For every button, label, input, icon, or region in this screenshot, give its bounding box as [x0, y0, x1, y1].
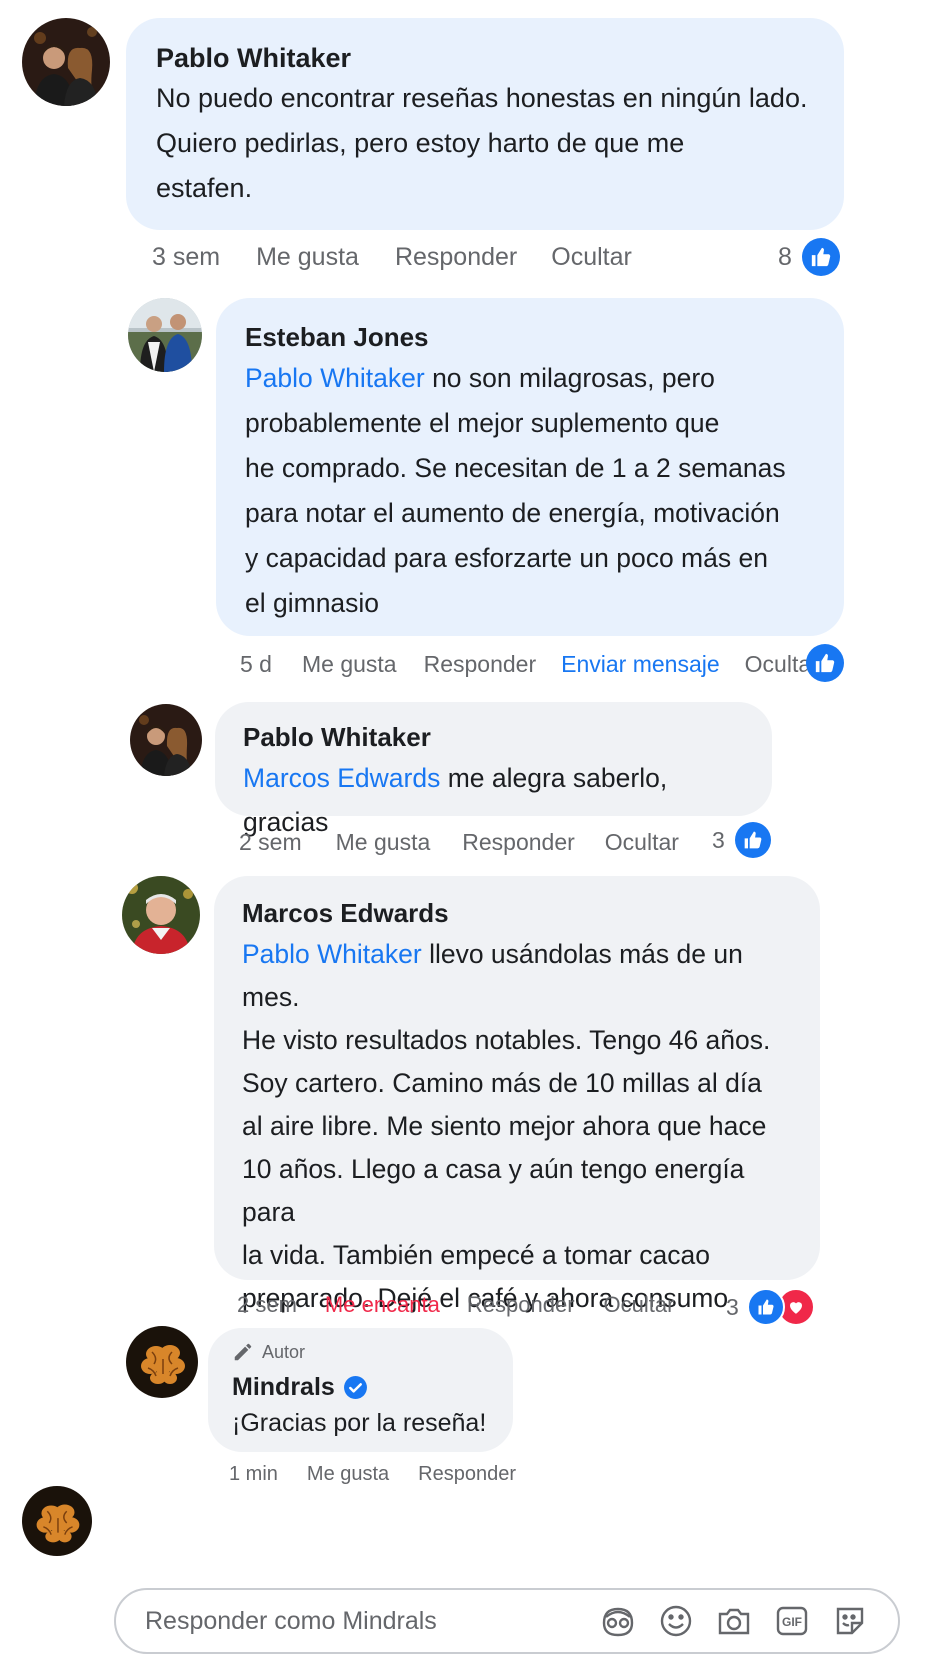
thumbs-up-icon — [801, 238, 840, 276]
avatar[interactable] — [126, 1326, 198, 1398]
hide-button[interactable]: Ocultar — [605, 829, 679, 856]
author-badge: Autor — [232, 1340, 489, 1364]
comment-bubble: Marcos Edwards Pablo Whitaker llevo usán… — [214, 876, 820, 1356]
reaction-count: 8 — [778, 242, 792, 271]
avatar — [22, 1486, 92, 1556]
author-badge-label: Autor — [262, 1341, 306, 1362]
thumbs-up-icon[interactable] — [806, 644, 844, 682]
reaction-summary[interactable]: 3 — [726, 1288, 815, 1326]
comment-line: Pablo Whitaker no son milagrosas, pero — [245, 356, 815, 401]
reaction-count: 3 — [726, 1293, 739, 1320]
composer-toolbar: GIF — [598, 1601, 870, 1641]
comment-line: y capacidad para esforzarte un poco más … — [245, 543, 768, 573]
thumbs-up-icon — [734, 822, 771, 858]
comment-line: Soy cartero. Camino más de 10 millas al … — [242, 1068, 762, 1098]
comment-author[interactable]: Mindrals — [232, 1373, 335, 1402]
comment-bubble: Pablo Whitaker No puedo encontrar reseña… — [126, 18, 844, 230]
comment-actions: 2 sem Me gusta Responder Ocultar — [239, 826, 679, 858]
verified-badge-icon — [343, 1375, 368, 1400]
reply-composer[interactable]: Responder como Mindrals GIF — [114, 1588, 900, 1654]
send-message-button[interactable]: Enviar mensaje — [561, 651, 720, 678]
comment-time[interactable]: 2 sem — [239, 829, 302, 856]
like-button[interactable]: Me gusta — [302, 651, 397, 678]
comment-author-row: Mindrals — [232, 1370, 489, 1404]
comment-line: 10 años. Llego a casa y aún tengo energí… — [242, 1154, 745, 1227]
comment-text: No puedo encontrar reseñas honestas en n… — [156, 76, 814, 211]
pencil-icon — [232, 1341, 254, 1363]
comment-time[interactable]: 2 sem — [237, 1292, 297, 1318]
reply-button[interactable]: Responder — [424, 651, 537, 678]
comment-author[interactable]: Marcos Edwards — [242, 896, 792, 930]
emoji-icon[interactable] — [656, 1601, 696, 1641]
reply-button[interactable]: Responder — [462, 829, 575, 856]
svg-text:GIF: GIF — [782, 1615, 802, 1629]
like-button[interactable]: Me gusta — [256, 243, 359, 272]
comment-line-text: no son milagrosas, pero — [424, 363, 715, 393]
avatar[interactable] — [130, 704, 202, 776]
composer-placeholder[interactable]: Responder como Mindrals — [145, 1607, 437, 1636]
camera-icon[interactable] — [714, 1601, 754, 1641]
comment-text: ¡Gracias por la reseña! — [232, 1409, 487, 1437]
mention-link[interactable]: Pablo Whitaker — [245, 363, 425, 393]
love-reaction-button[interactable]: Me encanta — [325, 1292, 440, 1318]
comment-text: Pablo Whitaker no son milagrosas, pero p… — [245, 356, 815, 626]
comment-actions: 5 d Me gusta Responder Enviar mensaje Oc… — [240, 648, 819, 680]
avatar[interactable] — [22, 18, 110, 106]
comment-bubble: Pablo Whitaker Marcos Edwards me alegra … — [215, 702, 772, 837]
thumbs-up-icon — [746, 1288, 785, 1326]
reply-button[interactable]: Responder — [467, 1292, 575, 1318]
comment-line: He visto resultados notables. Tengo 46 a… — [242, 1025, 771, 1055]
avatar[interactable] — [128, 298, 202, 372]
comment-line: el gimnasio — [245, 588, 380, 618]
comment-line: para notar el aumento de energía, motiva… — [245, 498, 780, 528]
mention-link[interactable]: Pablo Whitaker — [242, 939, 422, 969]
comment-bubble: Esteban Jones Pablo Whitaker no son mila… — [216, 298, 844, 636]
reaction-count: 3 — [712, 826, 725, 853]
avatar-sticker-icon[interactable] — [598, 1601, 638, 1641]
comment-line: he comprado. Se necesitan de 1 a 2 seman… — [245, 453, 786, 483]
hide-button[interactable]: Ocultar — [604, 1292, 675, 1318]
reaction-summary[interactable]: 3 — [712, 822, 771, 858]
reply-button[interactable]: Responder — [418, 1463, 516, 1486]
like-button[interactable]: Me gusta — [336, 829, 431, 856]
hide-button[interactable]: Ocultar — [551, 243, 632, 272]
reply-button[interactable]: Responder — [395, 243, 517, 272]
comment-author[interactable]: Pablo Whitaker — [156, 40, 814, 76]
comment-line: estafen. — [156, 173, 253, 203]
avatar[interactable] — [122, 876, 200, 954]
comment-bubble: Autor Mindrals ¡Gracias por la reseña! — [208, 1328, 513, 1452]
comment-line: la vida. También empecé a tomar cacao — [242, 1240, 710, 1270]
comment-line: No puedo encontrar reseñas honestas en n… — [156, 83, 808, 113]
comment-line: Quiero pedirlas, pero estoy harto de que… — [156, 128, 685, 158]
comment-author[interactable]: Esteban Jones — [245, 320, 815, 354]
reaction-summary[interactable]: 8 — [778, 238, 840, 276]
mention-link[interactable]: Marcos Edwards — [243, 763, 440, 793]
gif-icon[interactable]: GIF — [772, 1601, 812, 1641]
comment-actions: 1 min Me gusta Responder — [229, 1460, 516, 1488]
like-button[interactable]: Me gusta — [307, 1463, 389, 1486]
comment-line: probablemente el mejor suplemento que — [245, 408, 720, 438]
comment-actions: 2 sem Me encanta Responder Ocultar — [237, 1290, 674, 1320]
comment-time[interactable]: 1 min — [229, 1463, 278, 1486]
comment-time[interactable]: 5 d — [240, 651, 272, 678]
comment-time[interactable]: 3 sem — [152, 243, 220, 272]
comment-actions: 3 sem Me gusta Responder Ocultar — [152, 240, 632, 274]
comment-line: Pablo Whitaker llevo usándolas más de un… — [242, 933, 792, 1019]
comment-line: al aire libre. Me siento mejor ahora que… — [242, 1111, 767, 1141]
sticker-icon[interactable] — [830, 1601, 870, 1641]
comment-author[interactable]: Pablo Whitaker — [243, 720, 744, 754]
